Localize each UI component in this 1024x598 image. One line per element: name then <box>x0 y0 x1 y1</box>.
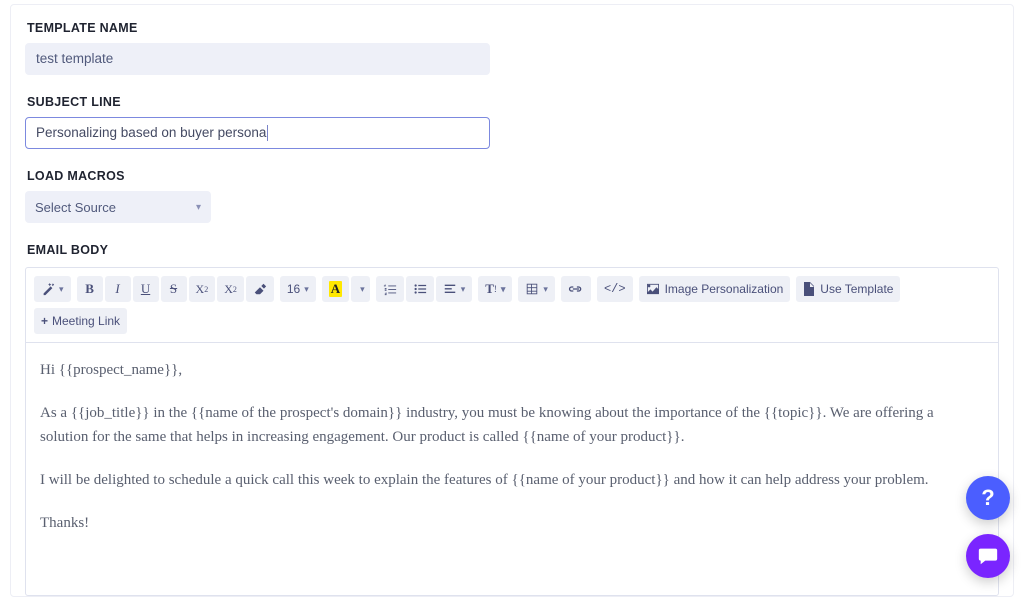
chevron-down-icon: ▾ <box>360 284 365 295</box>
unordered-list-icon <box>413 282 427 296</box>
chevron-down-icon: ▾ <box>501 284 506 295</box>
meeting-link-button[interactable]: + Meeting Link <box>34 308 127 334</box>
form-section: TEMPLATE NAME test template SUBJECT LINE… <box>11 5 1013 257</box>
image-personalization-button[interactable]: Image Personalization <box>639 276 791 302</box>
body-paragraph-4: Thanks! <box>40 512 984 535</box>
toolbar-group-code: </> <box>597 276 633 302</box>
toolbar-group-format: B I U S X2 X2 <box>77 276 274 302</box>
magic-wand-icon <box>41 282 55 296</box>
template-name-input[interactable]: test template <box>25 43 490 75</box>
table-dropdown[interactable]: ▾ <box>518 276 555 302</box>
text-color-button[interactable]: A <box>322 276 349 302</box>
help-fab[interactable]: ? <box>966 476 1010 520</box>
file-icon <box>803 282 815 296</box>
use-template-label: Use Template <box>820 282 893 296</box>
body-paragraph-2: As a {{job_title}} in the {{name of the … <box>40 402 984 449</box>
link-button[interactable] <box>561 276 591 302</box>
meeting-link-label: Meeting Link <box>52 314 120 328</box>
editor-toolbar: ▾ B I U S X2 X2 16 ▾ <box>26 268 998 343</box>
ordered-list-icon <box>383 282 397 296</box>
font-size-dropdown[interactable]: 16 ▾ <box>280 276 316 302</box>
text-color-dropdown[interactable]: ▾ <box>351 276 370 302</box>
body-paragraph-1: Hi {{prospect_name}}, <box>40 359 984 382</box>
image-icon <box>646 283 660 295</box>
superscript-button[interactable]: X2 <box>189 276 216 302</box>
chat-fab[interactable] <box>966 534 1010 578</box>
toolbar-group-color: A ▾ <box>322 276 370 302</box>
toolbar-group-use-template: Use Template <box>796 276 900 302</box>
align-icon <box>443 282 457 296</box>
text-color-icon: A <box>329 281 342 297</box>
code-view-button[interactable]: </> <box>597 276 633 302</box>
font-size-value: 16 <box>287 282 300 296</box>
help-icon: ? <box>981 485 994 511</box>
use-template-button[interactable]: Use Template <box>796 276 900 302</box>
form-panel: TEMPLATE NAME test template SUBJECT LINE… <box>10 4 1014 597</box>
paragraph-format-dropdown[interactable]: T! ▾ <box>478 276 512 302</box>
macro-placeholder: Select Source <box>35 200 116 215</box>
chevron-down-icon: ▾ <box>196 202 201 213</box>
align-dropdown[interactable]: ▾ <box>436 276 473 302</box>
chevron-down-icon: ▾ <box>461 284 466 295</box>
toolbar-group-image-pers: Image Personalization <box>639 276 791 302</box>
subject-line-input[interactable]: Personalizing based on buyer persona <box>25 117 490 149</box>
unordered-list-button[interactable] <box>406 276 434 302</box>
italic-button[interactable]: I <box>105 276 131 302</box>
template-name-value: test template <box>36 43 113 75</box>
email-body-editor[interactable]: Hi {{prospect_name}}, As a {{job_title}}… <box>26 343 998 595</box>
chevron-down-icon: ▾ <box>304 284 309 295</box>
rich-text-editor: ▾ B I U S X2 X2 16 ▾ <box>25 267 999 596</box>
eraser-icon <box>253 282 267 296</box>
bold-button[interactable]: B <box>77 276 103 302</box>
toolbar-group-lists: ▾ <box>376 276 473 302</box>
body-paragraph-3: I will be delighted to schedule a quick … <box>40 469 984 492</box>
subscript-button[interactable]: X2 <box>217 276 244 302</box>
toolbar-group-paragraph: T! ▾ <box>478 276 512 302</box>
image-personalization-label: Image Personalization <box>665 282 784 296</box>
subject-line-value: Personalizing based on buyer persona <box>36 117 266 149</box>
label-email-body: EMAIL BODY <box>27 243 1013 257</box>
table-icon <box>525 282 539 296</box>
label-template-name: TEMPLATE NAME <box>27 21 1013 35</box>
underline-button[interactable]: U <box>133 276 159 302</box>
plus-icon: + <box>41 314 48 328</box>
toolbar-group-link <box>561 276 591 302</box>
chat-icon <box>977 545 999 567</box>
ordered-list-button[interactable] <box>376 276 404 302</box>
link-icon <box>568 282 584 296</box>
eraser-button[interactable] <box>246 276 274 302</box>
toolbar-group-fontsize: 16 ▾ <box>280 276 316 302</box>
page: TEMPLATE NAME test template SUBJECT LINE… <box>0 4 1024 598</box>
text-caret <box>267 125 268 141</box>
magic-wand-button[interactable]: ▾ <box>34 276 71 302</box>
macro-source-dropdown[interactable]: Select Source ▾ <box>25 191 211 223</box>
chevron-down-icon: ▾ <box>59 284 64 295</box>
label-subject-line: SUBJECT LINE <box>27 95 1013 109</box>
toolbar-group-magic: ▾ <box>34 276 71 302</box>
label-load-macros: LOAD MACROS <box>27 169 1013 183</box>
toolbar-group-meeting-link: + Meeting Link <box>34 308 127 334</box>
paragraph-letter: T <box>485 281 494 297</box>
strikethrough-button[interactable]: S <box>161 276 187 302</box>
chevron-down-icon: ▾ <box>543 284 548 295</box>
toolbar-group-table: ▾ <box>518 276 555 302</box>
